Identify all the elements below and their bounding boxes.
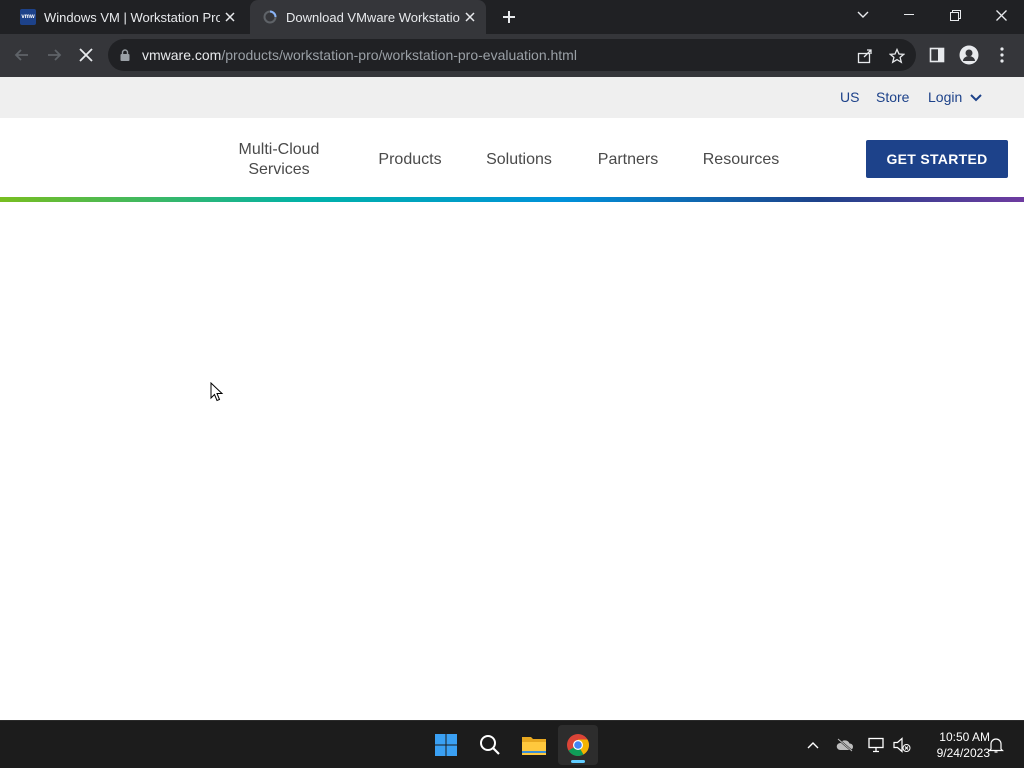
- tab-windows-vm[interactable]: vmw Windows VM | Workstation Pro | VMwar…: [8, 0, 246, 34]
- lock-icon[interactable]: [120, 48, 130, 66]
- more-menu-icon[interactable]: [991, 44, 1013, 66]
- browser-tab-strip: vmw Windows VM | Workstation Pro | VMwar…: [0, 0, 1024, 34]
- side-panel-icon[interactable]: [926, 44, 948, 66]
- close-tab-icon[interactable]: [220, 7, 240, 27]
- nav-label-line1: Multi-Cloud: [238, 141, 320, 158]
- plus-icon: [503, 11, 515, 23]
- nav-resources[interactable]: Resources: [694, 150, 788, 170]
- file-explorer-button[interactable]: [514, 725, 554, 765]
- url-host: vmware.com: [142, 47, 222, 63]
- chevron-down-icon: [970, 94, 982, 102]
- profile-icon[interactable]: [958, 44, 980, 66]
- notification-bell-icon[interactable]: [986, 735, 1006, 755]
- nav-solutions[interactable]: Solutions: [478, 150, 560, 170]
- url-path: /products/workstation-pro/workstation-pr…: [221, 47, 577, 63]
- login-link[interactable]: Login: [928, 89, 982, 105]
- clock-time: 10:50 AM: [939, 730, 990, 744]
- minimize-button[interactable]: [886, 0, 932, 30]
- vmw-logo: vmw: [20, 9, 36, 25]
- new-tab-button[interactable]: [496, 5, 522, 29]
- network-icon[interactable]: [866, 735, 886, 755]
- nav-products[interactable]: Products: [370, 150, 450, 170]
- nav-multi-cloud-services[interactable]: Multi-Cloud Services: [222, 140, 336, 180]
- tab-title: Windows VM | Workstation Pro | VMware: [44, 9, 220, 25]
- loading-spinner-icon: [262, 9, 278, 25]
- main-navigation: Multi-Cloud Services Products Solutions …: [0, 118, 1024, 198]
- tab-search-button[interactable]: [840, 0, 886, 30]
- page-content-area: [0, 202, 1024, 720]
- nav-partners[interactable]: Partners: [590, 150, 666, 170]
- region-selector[interactable]: US: [840, 89, 859, 105]
- minimize-icon: [904, 14, 914, 15]
- nav-label-line2: Services: [248, 161, 310, 178]
- close-window-button[interactable]: [978, 0, 1024, 30]
- windows-taskbar: 10:50 AM 9/24/2023: [0, 720, 1024, 768]
- mouse-cursor-icon: [210, 381, 224, 407]
- utility-bar: US Store Login: [0, 77, 1024, 118]
- share-icon[interactable]: [854, 45, 876, 67]
- folder-icon: [522, 737, 546, 755]
- chrome-icon: [567, 734, 589, 756]
- login-label: Login: [928, 89, 963, 105]
- close-tab-icon[interactable]: [460, 7, 480, 27]
- restore-icon: [949, 9, 961, 21]
- arrow-right-icon: [48, 49, 62, 61]
- tab-title: Download VMware Workstation Pro: [286, 9, 460, 25]
- close-icon: [79, 48, 93, 62]
- back-button[interactable]: [7, 40, 37, 70]
- chevron-down-icon: [857, 11, 869, 18]
- stop-loading-button[interactable]: [71, 40, 101, 70]
- restore-button[interactable]: [932, 0, 978, 30]
- vmware-favicon-icon: vmw: [20, 9, 36, 25]
- tab-download-vmware[interactable]: Download VMware Workstation Pro: [250, 0, 486, 34]
- cloud-offline-icon[interactable]: [835, 735, 855, 755]
- system-clock[interactable]: 10:50 AM 9/24/2023: [918, 729, 990, 761]
- bookmark-star-icon[interactable]: [886, 45, 908, 67]
- windows-logo-icon: [435, 734, 457, 756]
- search-icon: [480, 735, 500, 755]
- browser-toolbar: vmware.com/products/workstation-pro/work…: [0, 34, 1024, 77]
- chrome-taskbar-button[interactable]: [558, 725, 598, 765]
- clock-date: 9/24/2023: [936, 746, 990, 760]
- start-button[interactable]: [426, 725, 466, 765]
- chevron-up-icon[interactable]: [803, 735, 823, 755]
- close-icon: [995, 9, 1007, 21]
- store-link[interactable]: Store: [876, 89, 909, 105]
- search-button[interactable]: [470, 725, 510, 765]
- arrow-left-icon: [14, 49, 28, 61]
- url-text: vmware.com/products/workstation-pro/work…: [142, 47, 577, 63]
- volume-muted-icon[interactable]: [892, 735, 912, 755]
- get-started-button[interactable]: GET STARTED: [866, 140, 1008, 178]
- forward-button[interactable]: [39, 40, 69, 70]
- address-bar[interactable]: vmware.com/products/workstation-pro/work…: [108, 39, 916, 71]
